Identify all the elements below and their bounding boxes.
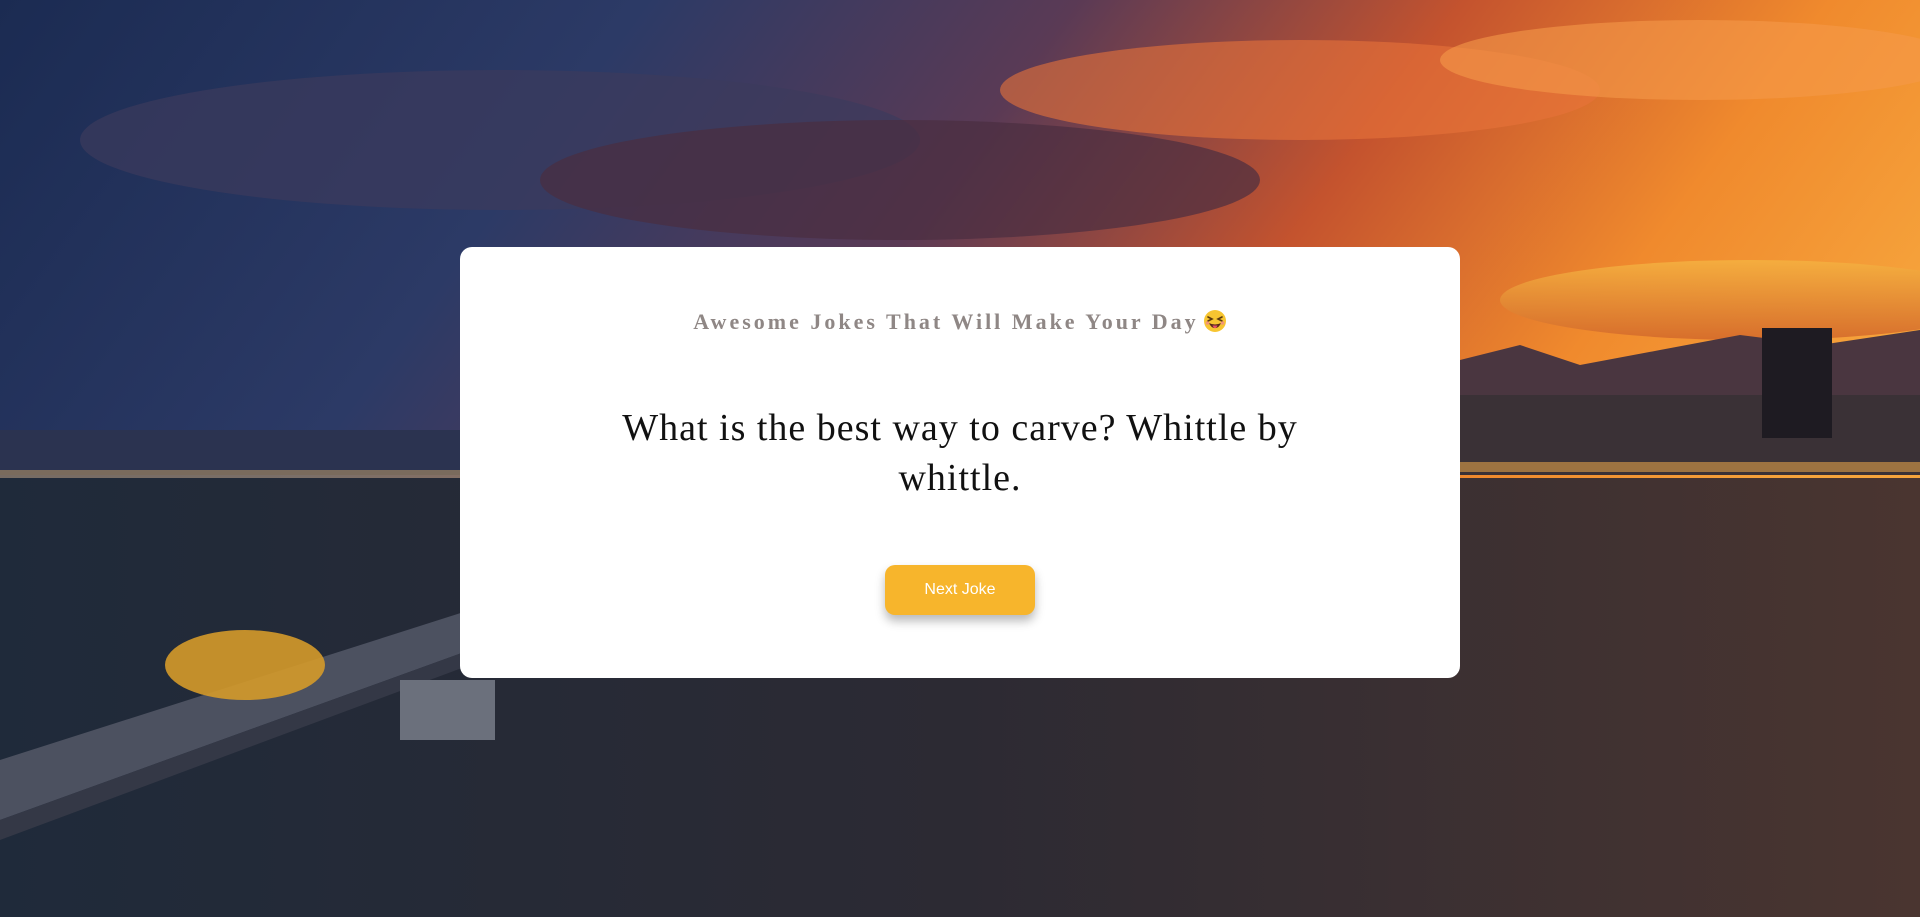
page-heading: Awesome Jokes That Will Make Your Day: [460, 309, 1460, 335]
next-joke-button[interactable]: Next Joke: [885, 565, 1035, 615]
squinting-face-with-tongue-icon: [1203, 309, 1227, 333]
joke-card: Awesome Jokes That Will Make Your Day Wh…: [460, 247, 1460, 678]
page-heading-text: Awesome Jokes That Will Make Your Day: [693, 309, 1199, 334]
joke-text: What is the best way to carve? Whittle b…: [622, 407, 1298, 499]
